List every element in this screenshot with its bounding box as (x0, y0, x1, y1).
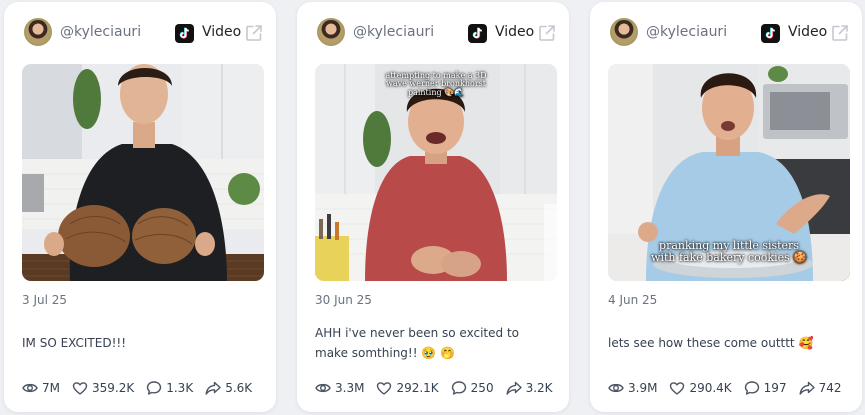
post-caption: IM SO EXCITED!!! (22, 323, 262, 363)
comments-count: 1.3K (166, 381, 194, 395)
tiktok-icon (761, 24, 780, 43)
video-card[interactable]: @kyleciauri Video (297, 2, 569, 412)
video-overlay-text: pranking my little sisters with fake bak… (651, 239, 807, 264)
video-card[interactable]: @kyleciauri Video (4, 2, 276, 412)
video-overlay-text: attempting to make a 3D wave werner bron… (385, 71, 487, 97)
creator-handle[interactable]: @kyleciauri (353, 24, 434, 40)
post-date: 30 Jun 25 (315, 293, 372, 307)
share-icon (506, 381, 522, 395)
eye-icon (315, 383, 331, 393)
platform-label: Video (495, 24, 535, 40)
card-header: @kyleciauri Video (590, 2, 862, 62)
creator-handle[interactable]: @kyleciauri (60, 24, 141, 40)
shares-stat: 5.6K (205, 380, 252, 396)
post-date: 4 Jun 25 (608, 293, 658, 307)
video-thumbnail[interactable]: pranking my little sisters with fake bak… (608, 64, 850, 281)
likes-count: 290.4K (689, 381, 732, 395)
platform-label: Video (788, 24, 828, 40)
heart-icon (377, 382, 392, 395)
views-count: 3.9M (628, 381, 658, 395)
post-caption: AHH i've never been so excited to make s… (315, 323, 555, 364)
card-header: @kyleciauri Video (4, 2, 276, 62)
post-caption-text: AHH i've never been so excited to make s… (315, 326, 519, 361)
platform-label: Video (202, 24, 242, 40)
external-link-icon[interactable] (538, 24, 556, 42)
likes-count: 292.1K (396, 381, 439, 395)
comment-icon (451, 381, 466, 395)
shares-stat: 742 (799, 380, 842, 396)
post-caption-text: IM SO EXCITED!!! (22, 335, 127, 350)
post-date: 3 Jul 25 (22, 293, 68, 307)
avatar[interactable] (610, 18, 638, 46)
likes-stat: 292.1K (376, 380, 439, 396)
heart-icon (72, 382, 88, 395)
avatar[interactable] (317, 18, 345, 46)
video-thumbnail[interactable] (22, 64, 264, 281)
video-thumbnail[interactable]: attempting to make a 3D wave werner bron… (315, 64, 557, 281)
shares-count: 742 (818, 381, 842, 395)
external-link-icon[interactable] (245, 24, 263, 42)
tiktok-icon (175, 24, 194, 43)
likes-count: 359.2K (92, 381, 135, 395)
eye-icon (22, 383, 38, 393)
stats-row: 7M 359.2K 1.3K 5.6K (22, 379, 264, 397)
card-header: @kyleciauri Video (297, 2, 569, 62)
views-count: 3.3M (335, 381, 365, 395)
views-stat: 3.3M (315, 380, 364, 396)
shares-stat: 3.2K (506, 380, 553, 396)
creator-handle[interactable]: @kyleciauri (646, 24, 727, 40)
eye-icon (608, 383, 624, 393)
comments-count: 250 (470, 381, 494, 395)
post-caption: lets see how these come outttt 🥰 (608, 323, 848, 363)
comment-icon (147, 381, 162, 395)
avatar[interactable] (24, 18, 52, 46)
likes-stat: 359.2K (72, 380, 134, 396)
video-card[interactable]: @kyleciauri Video pranking my little sis… (590, 2, 862, 412)
external-link-icon[interactable] (831, 24, 849, 42)
stats-row: 3.3M 292.1K 250 3.2K (315, 379, 565, 397)
comments-stat: 250 (451, 380, 494, 396)
post-caption-text: lets see how these come outttt 🥰 (608, 335, 814, 350)
shares-count: 5.6K (225, 381, 253, 395)
views-stat: 7M (22, 380, 60, 396)
views-stat: 3.9M (608, 380, 657, 396)
share-icon (205, 381, 221, 395)
comment-icon (744, 381, 759, 395)
comments-stat: 1.3K (146, 380, 193, 396)
share-icon (799, 381, 815, 395)
heart-icon (670, 382, 685, 395)
stats-row: 3.9M 290.4K 197 742 (608, 379, 853, 397)
comments-count: 197 (763, 381, 787, 395)
tiktok-icon (468, 24, 487, 43)
shares-count: 3.2K (525, 381, 553, 395)
views-count: 7M (42, 381, 60, 395)
comments-stat: 197 (744, 380, 787, 396)
likes-stat: 290.4K (669, 380, 732, 396)
